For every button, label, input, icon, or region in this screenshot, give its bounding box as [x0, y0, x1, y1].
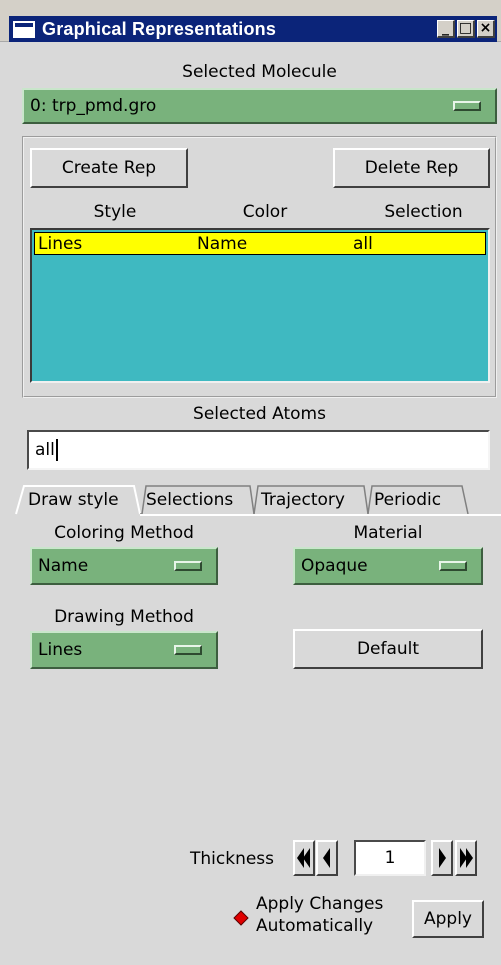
rep-color-cell: Name — [197, 234, 248, 254]
column-header-selection: Selection — [384, 202, 463, 222]
title-bar: Graphical Representations _ □ × — [0, 0, 501, 42]
drawing-method-value: Lines — [38, 640, 83, 660]
selected-molecule-label: Selected Molecule — [182, 62, 337, 82]
tab-draw-style[interactable]: Draw style — [25, 486, 122, 516]
rep-selection-cell: all — [353, 234, 373, 254]
representations-list[interactable]: Lines Name all — [30, 228, 490, 383]
apply-auto-label-line1: Apply Changes — [256, 894, 384, 914]
title-bar-active[interactable]: Graphical Representations _ □ × — [9, 16, 497, 42]
dropdown-indicator-icon — [174, 645, 202, 655]
dropdown-indicator-icon — [453, 101, 481, 111]
default-button[interactable]: Default — [293, 629, 483, 669]
selected-atoms-value: all — [35, 440, 55, 460]
thickness-decrease-fast-button[interactable] — [293, 840, 315, 876]
window-title: Graphical Representations — [42, 19, 277, 39]
molecule-dropdown[interactable]: 0: trp_pmd.gro — [22, 88, 497, 124]
double-left-arrow-icon — [297, 848, 310, 868]
rep-row-selected[interactable]: Lines Name all — [34, 232, 486, 255]
dropdown-indicator-icon — [439, 561, 467, 571]
apply-auto-radio[interactable] — [233, 910, 249, 926]
column-header-color: Color — [242, 202, 288, 222]
thickness-increase-fast-button[interactable] — [455, 840, 477, 876]
coloring-method-label: Coloring Method — [54, 523, 194, 543]
molecule-value: 0: trp_pmd.gro — [30, 96, 157, 116]
apply-button[interactable]: Apply — [412, 900, 484, 938]
minimize-button[interactable]: _ — [437, 20, 455, 38]
thickness-label: Thickness — [190, 849, 275, 869]
selected-atoms-label: Selected Atoms — [193, 404, 326, 424]
thickness-increase-button[interactable] — [431, 840, 453, 876]
close-button[interactable]: × — [477, 20, 495, 38]
drawing-method-dropdown[interactable]: Lines — [30, 631, 218, 669]
tab-trajectory[interactable]: Trajectory — [258, 486, 348, 516]
coloring-method-value: Name — [38, 556, 89, 576]
drawing-method-label: Drawing Method — [54, 607, 194, 627]
double-right-arrow-icon — [460, 848, 473, 868]
coloring-method-dropdown[interactable]: Name — [30, 547, 218, 585]
window-icon[interactable] — [13, 21, 35, 38]
left-arrow-icon — [323, 848, 330, 868]
material-label: Material — [353, 523, 423, 543]
thickness-decrease-button[interactable] — [316, 840, 338, 876]
maximize-button[interactable]: □ — [457, 20, 475, 38]
tab-selections[interactable]: Selections — [143, 486, 236, 516]
rep-style-cell: Lines — [38, 234, 83, 254]
tab-periodic[interactable]: Periodic — [371, 486, 444, 516]
material-dropdown[interactable]: Opaque — [293, 547, 483, 585]
right-arrow-icon — [439, 848, 446, 868]
dropdown-indicator-icon — [174, 561, 202, 571]
delete-rep-button[interactable]: Delete Rep — [333, 148, 490, 188]
create-rep-button[interactable]: Create Rep — [30, 148, 188, 188]
selected-atoms-input[interactable]: all — [27, 430, 490, 470]
column-header-style: Style — [93, 202, 137, 222]
material-value: Opaque — [301, 556, 368, 576]
apply-auto-label-line2: Automatically — [256, 916, 374, 936]
thickness-input[interactable]: 1 — [354, 840, 426, 876]
text-cursor — [55, 439, 58, 461]
